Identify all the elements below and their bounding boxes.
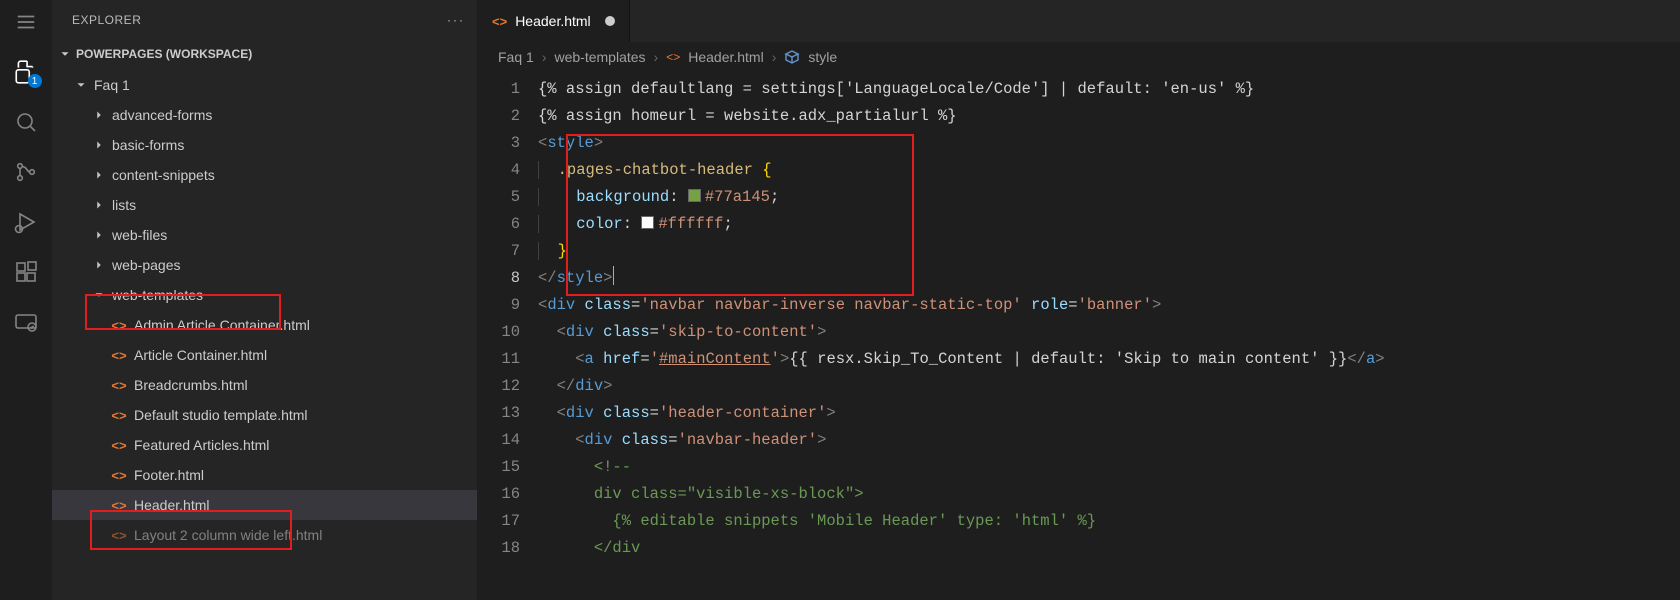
chevron-down-icon (92, 288, 106, 302)
folder-content-snippets[interactable]: content-snippets (52, 160, 477, 190)
html-file-icon: <> (110, 438, 128, 453)
sidebar-title: EXPLORER (72, 13, 141, 27)
file-label: Featured Articles.html (134, 437, 269, 453)
extensions-icon[interactable] (12, 258, 40, 286)
code-editor[interactable]: 123456789101112131415161718 {% assign de… (478, 72, 1680, 600)
chevron-right-icon (92, 108, 106, 122)
folder-lists[interactable]: lists (52, 190, 477, 220)
file-tree: Faq 1 advanced-forms basic-forms content… (52, 68, 477, 600)
folder-root[interactable]: Faq 1 (52, 70, 477, 100)
source-control-icon[interactable] (12, 158, 40, 186)
file-item[interactable]: <> Layout 2 column wide left.html (52, 520, 477, 550)
html-file-icon: <> (110, 468, 128, 483)
breadcrumb-item[interactable]: web-templates (554, 49, 645, 65)
editor-area: <> Header.html Faq 1 › web-templates › <… (478, 0, 1680, 600)
line-gutter: 123456789101112131415161718 (478, 76, 538, 600)
folder-basic-forms[interactable]: basic-forms (52, 130, 477, 160)
file-item[interactable]: <> Default studio template.html (52, 400, 477, 430)
file-label: Layout 2 column wide left.html (134, 527, 322, 543)
folder-label: lists (112, 197, 136, 213)
folder-label: Faq 1 (94, 77, 130, 93)
code-content[interactable]: {% assign defaultlang = settings['Langua… (538, 76, 1680, 600)
workspace-name: POWERPAGES (WORKSPACE) (76, 47, 252, 61)
breadcrumb-item[interactable]: Faq 1 (498, 49, 534, 65)
run-debug-icon[interactable] (12, 208, 40, 236)
file-item[interactable]: <> Footer.html (52, 460, 477, 490)
folder-label: content-snippets (112, 167, 215, 183)
tab-header-html[interactable]: <> Header.html (478, 0, 630, 42)
html-file-icon: <> (110, 348, 128, 363)
html-file-icon: <> (110, 378, 128, 393)
file-label: Admin Article Container.html (134, 317, 310, 333)
folder-advanced-forms[interactable]: advanced-forms (52, 100, 477, 130)
chevron-right-icon (92, 168, 106, 182)
folder-web-pages[interactable]: web-pages (52, 250, 477, 280)
folder-label: web-files (112, 227, 167, 243)
file-label: Footer.html (134, 467, 204, 483)
chevron-right-icon: › (542, 49, 547, 65)
menu-icon[interactable] (12, 8, 40, 36)
file-item-active[interactable]: <> Header.html (52, 490, 477, 520)
explorer-icon[interactable]: 1 (12, 58, 40, 86)
chevron-right-icon (92, 138, 106, 152)
html-file-icon: <> (492, 14, 507, 29)
unsaved-indicator-icon (605, 16, 615, 26)
chevron-right-icon: › (654, 49, 659, 65)
file-label: Default studio template.html (134, 407, 308, 423)
folder-web-files[interactable]: web-files (52, 220, 477, 250)
tab-label: Header.html (515, 13, 590, 29)
file-item[interactable]: <> Featured Articles.html (52, 430, 477, 460)
folder-label: advanced-forms (112, 107, 212, 123)
chevron-down-icon (58, 47, 72, 61)
chevron-right-icon (92, 228, 106, 242)
file-item[interactable]: <> Article Container.html (52, 340, 477, 370)
breadcrumbs[interactable]: Faq 1 › web-templates › <> Header.html ›… (478, 42, 1680, 72)
folder-label: basic-forms (112, 137, 184, 153)
symbol-icon (784, 49, 800, 65)
breadcrumb-item[interactable]: Header.html (688, 49, 763, 65)
breadcrumb-item[interactable]: style (808, 49, 837, 65)
activity-bar: 1 (0, 0, 52, 600)
chevron-right-icon: › (772, 49, 777, 65)
search-icon[interactable] (12, 108, 40, 136)
folder-web-templates[interactable]: web-templates (52, 280, 477, 310)
folder-label: web-pages (112, 257, 181, 273)
folder-label: web-templates (112, 287, 203, 303)
explorer-badge: 1 (28, 74, 42, 88)
explorer-sidebar: EXPLORER ··· POWERPAGES (WORKSPACE) Faq … (52, 0, 478, 600)
chevron-right-icon (92, 258, 106, 272)
file-label: Breadcrumbs.html (134, 377, 248, 393)
chevron-right-icon (92, 198, 106, 212)
html-file-icon: <> (110, 498, 128, 513)
sidebar-header: EXPLORER ··· (52, 0, 477, 40)
editor-tabs: <> Header.html (478, 0, 1680, 42)
chevron-down-icon (74, 78, 88, 92)
html-file-icon: <> (110, 318, 128, 333)
file-item[interactable]: <> Breadcrumbs.html (52, 370, 477, 400)
workspace-header[interactable]: POWERPAGES (WORKSPACE) (52, 40, 477, 68)
html-file-icon: <> (666, 50, 680, 64)
remote-icon[interactable] (12, 308, 40, 336)
file-label: Header.html (134, 497, 209, 513)
html-file-icon: <> (110, 408, 128, 423)
file-item[interactable]: <> Admin Article Container.html (52, 310, 477, 340)
file-label: Article Container.html (134, 347, 267, 363)
more-icon[interactable]: ··· (447, 13, 465, 27)
html-file-icon: <> (110, 528, 128, 543)
